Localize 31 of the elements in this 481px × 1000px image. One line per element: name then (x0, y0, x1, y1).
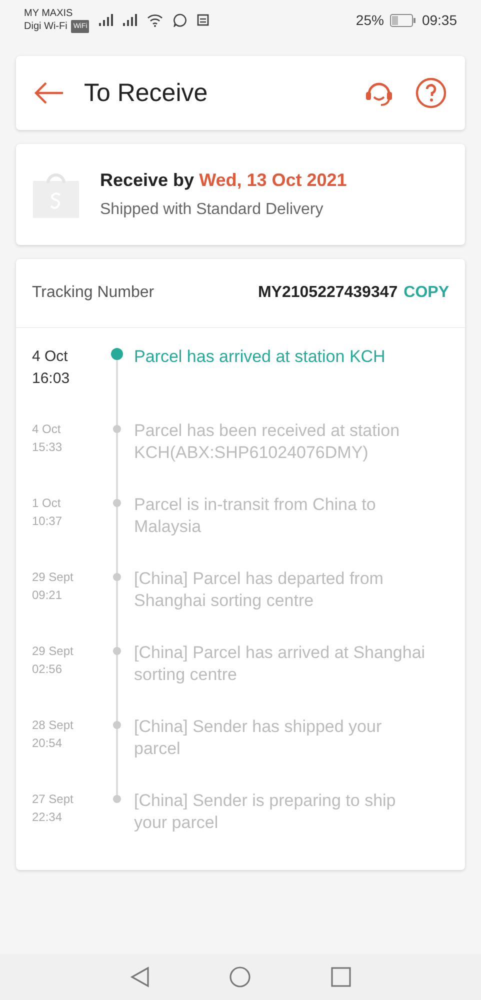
event-time: 15:33 (32, 439, 62, 456)
event-time: 22:34 (32, 809, 62, 826)
carrier-name: MY MAXIS (24, 7, 74, 20)
event-description: [China] Sender has shipped your parcel (134, 717, 382, 758)
event-time: 20:54 (32, 735, 62, 752)
event-description: [China] Parcel has arrived at Shanghai sorting centre (134, 643, 426, 684)
event-date: 27 Sept (32, 791, 74, 808)
event-time: 02:56 (32, 661, 62, 678)
tracking-label: Tracking Number (32, 284, 154, 302)
event-description: Parcel has arrived at station KCH (134, 347, 386, 366)
event-date: 4 Oct (32, 421, 61, 438)
carrier-name: Digi Wi-Fi (24, 20, 68, 33)
page-title: To Receive (84, 78, 208, 108)
event-time: 10:37 (32, 513, 62, 530)
event-description: Parcel is in-transit from China to Malaysia (134, 495, 376, 536)
receive-by-text: Receive by Wed, 13 Oct 2021 (100, 170, 347, 191)
event-description: Parcel has been received at station KCH(ABX:SHP61024076DMY) (134, 421, 400, 462)
event-date: 29 Sept (32, 643, 74, 660)
shipping-method: Shipped with Standard Delivery (100, 201, 324, 219)
event-time: 09:21 (32, 587, 62, 604)
event-date: 28 Sept (32, 717, 74, 734)
battery-percent: 25% (356, 12, 384, 28)
event-date: 1 Oct (32, 495, 61, 512)
event-description: [China] Parcel has departed from Shanghai sorting centre (134, 569, 384, 610)
event-time: 16:03 (32, 369, 70, 389)
tracking-number: MY2105227439347 (258, 284, 398, 302)
clock-time: 09:35 (422, 12, 457, 28)
event-description: [China] Sender is preparing to ship your parcel (134, 791, 396, 832)
event-date: 4 Oct (32, 347, 68, 367)
copy-button[interactable]: COPY (398, 284, 449, 302)
event-date: 29 Sept (32, 569, 74, 586)
